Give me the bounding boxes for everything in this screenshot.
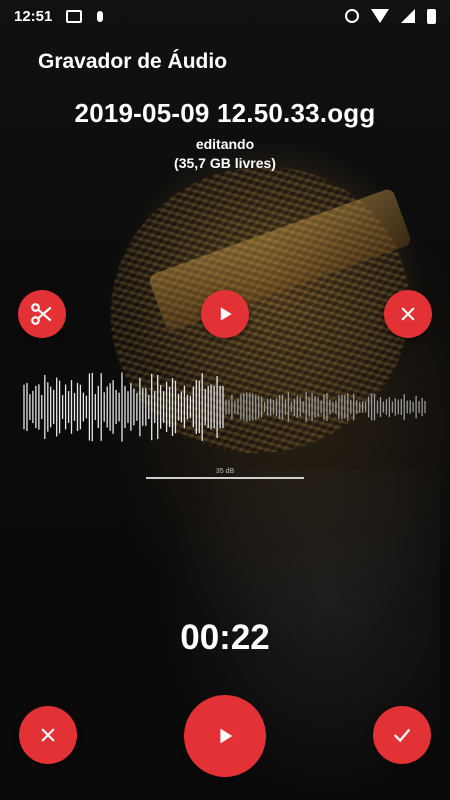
trim-button[interactable] [18,290,66,338]
confirm-button[interactable] [373,706,431,764]
db-meter: 35 dB [146,468,304,482]
audio-waveform[interactable] [22,372,430,442]
status-bar: 12:51 [0,0,450,32]
app-title: Gravador de Áudio [38,50,228,73]
close-icon [401,307,415,321]
free-space: (35,7 GB livres) [174,155,276,171]
cast-icon [66,9,83,23]
mic-icon [97,10,104,22]
scissors-icon [31,303,52,325]
preview-play-button[interactable] [201,290,249,338]
close-icon [41,728,55,742]
check-icon [393,728,411,743]
wifi-icon [371,9,389,23]
discard-button[interactable] [19,706,77,764]
discard-edit-button[interactable] [384,290,432,338]
file-name: 2019-05-09 12.50.33.ogg [74,98,376,128]
battery-icon [427,8,436,24]
dnd-icon [345,9,359,23]
recording-state: editando [195,136,255,152]
elapsed-timer: 00:22 [180,618,270,657]
db-meter-track [146,477,304,479]
play-icon [220,307,232,321]
signal-icon [401,9,415,23]
status-time: 12:51 [14,7,53,25]
db-meter-label: 35 dB [215,468,235,475]
play-icon [220,728,233,744]
play-button[interactable] [184,695,266,777]
